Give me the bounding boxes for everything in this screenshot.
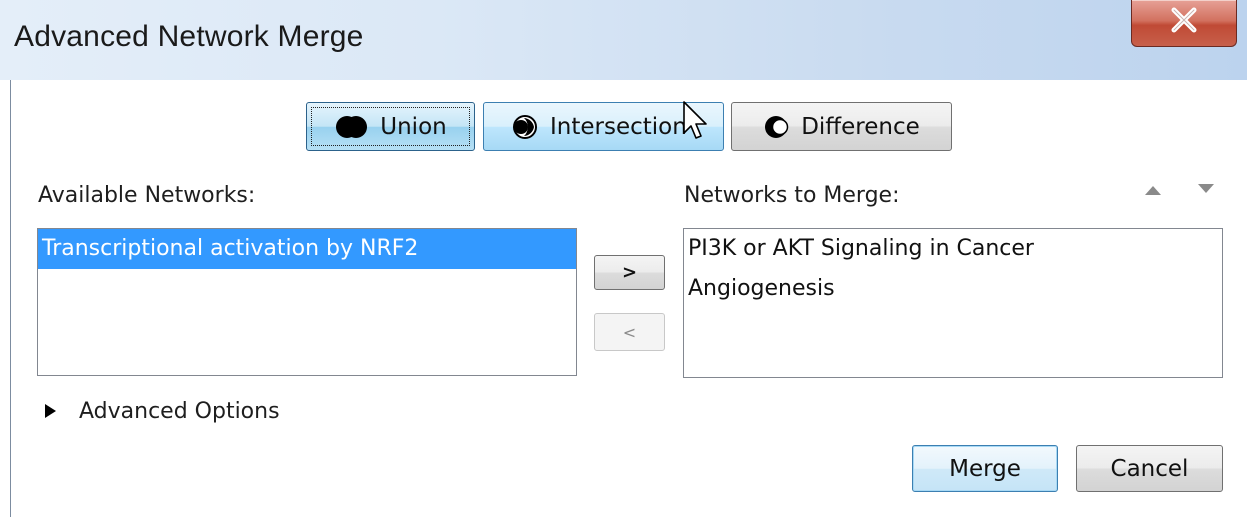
merge-button[interactable]: Merge <box>912 445 1058 492</box>
networks-to-merge-label: Networks to Merge: <box>684 183 900 208</box>
add-network-button[interactable]: > <box>594 255 665 290</box>
advanced-options-toggle[interactable]: Advanced Options <box>43 396 280 426</box>
title-bar[interactable]: Advanced Network Merge <box>0 0 1247 80</box>
available-networks-list[interactable]: Transcriptional activation by NRF2 <box>37 228 577 376</box>
difference-icon <box>763 114 791 140</box>
close-icon <box>1171 7 1197 33</box>
remove-network-label: < <box>622 322 637 342</box>
cancel-label: Cancel <box>1110 455 1189 482</box>
expand-triangle-icon <box>45 404 56 418</box>
cancel-button[interactable]: Cancel <box>1076 445 1223 492</box>
intersection-label: Intersection <box>550 113 687 140</box>
focus-ring <box>311 107 470 146</box>
advanced-options-label: Advanced Options <box>79 398 280 424</box>
available-networks-label: Available Networks: <box>38 183 256 208</box>
union-button[interactable]: Union <box>306 102 475 151</box>
networks-to-merge-list[interactable]: PI3K or AKT Signaling in Cancer Angiogen… <box>683 228 1223 378</box>
merge-label: Merge <box>949 455 1021 482</box>
close-button[interactable] <box>1131 0 1237 47</box>
merge-network-item[interactable]: Angiogenesis <box>684 269 1222 309</box>
mouse-cursor-icon <box>683 101 707 139</box>
merge-network-item[interactable]: PI3K or AKT Signaling in Cancer <box>684 229 1222 269</box>
remove-network-button[interactable]: < <box>594 313 665 351</box>
add-network-label: > <box>621 262 638 283</box>
move-down-icon[interactable] <box>1194 181 1218 197</box>
difference-label: Difference <box>801 113 920 140</box>
available-network-item[interactable]: Transcriptional activation by NRF2 <box>38 229 576 269</box>
window-title: Advanced Network Merge <box>14 20 364 53</box>
difference-button[interactable]: Difference <box>731 102 952 151</box>
intersection-icon <box>512 114 540 140</box>
move-up-icon[interactable] <box>1141 183 1165 199</box>
